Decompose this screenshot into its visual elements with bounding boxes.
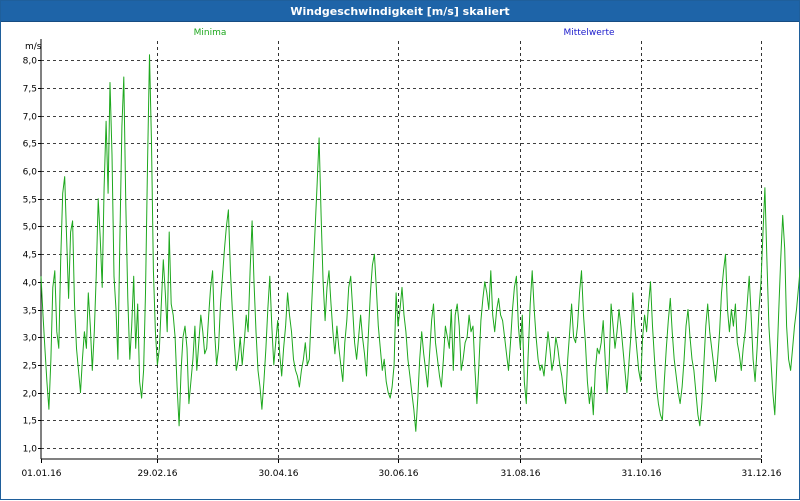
y-tick-label: 2,0 bbox=[23, 390, 38, 400]
y-tick-label: 2,5 bbox=[23, 362, 37, 372]
y-tick-label: 1,0 bbox=[23, 445, 38, 455]
y-tick-label: 6,0 bbox=[23, 168, 38, 178]
y-tick-label: 3,0 bbox=[23, 334, 38, 344]
x-tick-label: 01.01.16 bbox=[21, 469, 61, 479]
y-tick-label: 8,0 bbox=[23, 57, 38, 67]
y-axis-unit: m/s bbox=[25, 42, 42, 52]
chart-window: Windgeschwindigkeit [m/s] skaliert 1,0 1,… bbox=[0, 0, 800, 500]
y-tick-label: 5,0 bbox=[23, 223, 38, 233]
y-tick-label: 5,5 bbox=[23, 196, 37, 206]
legend-minima: Minima bbox=[194, 28, 227, 38]
y-tick-label: 6,5 bbox=[23, 140, 37, 150]
x-tick-label: 31.12.16 bbox=[741, 469, 781, 479]
legend-mittelwerte: Mittelwerte bbox=[563, 28, 614, 38]
x-tick-label: 29.02.16 bbox=[137, 469, 177, 479]
y-tick-label: 4,5 bbox=[23, 251, 37, 261]
x-tick-label: 31.08.16 bbox=[500, 469, 540, 479]
y-tick-label: 1,5 bbox=[23, 417, 37, 427]
y-tick-label: 4,0 bbox=[23, 279, 38, 289]
x-tick-label: 30.06.16 bbox=[378, 469, 418, 479]
y-tick-label: 7,0 bbox=[23, 113, 38, 123]
x-tick-label: 31.10.16 bbox=[621, 469, 661, 479]
y-tick-label: 3,5 bbox=[23, 307, 37, 317]
series-line-minima bbox=[40, 54, 800, 432]
y-tick-label: 7,5 bbox=[23, 85, 37, 95]
x-tick-label: 30.04.16 bbox=[258, 469, 298, 479]
chart-area: 1,0 1,5 2,0 2,5 3,0 3,5 4,0 4,5 5,0 5,5 6,0 6,5 7,0 7… bbox=[21, 28, 800, 479]
